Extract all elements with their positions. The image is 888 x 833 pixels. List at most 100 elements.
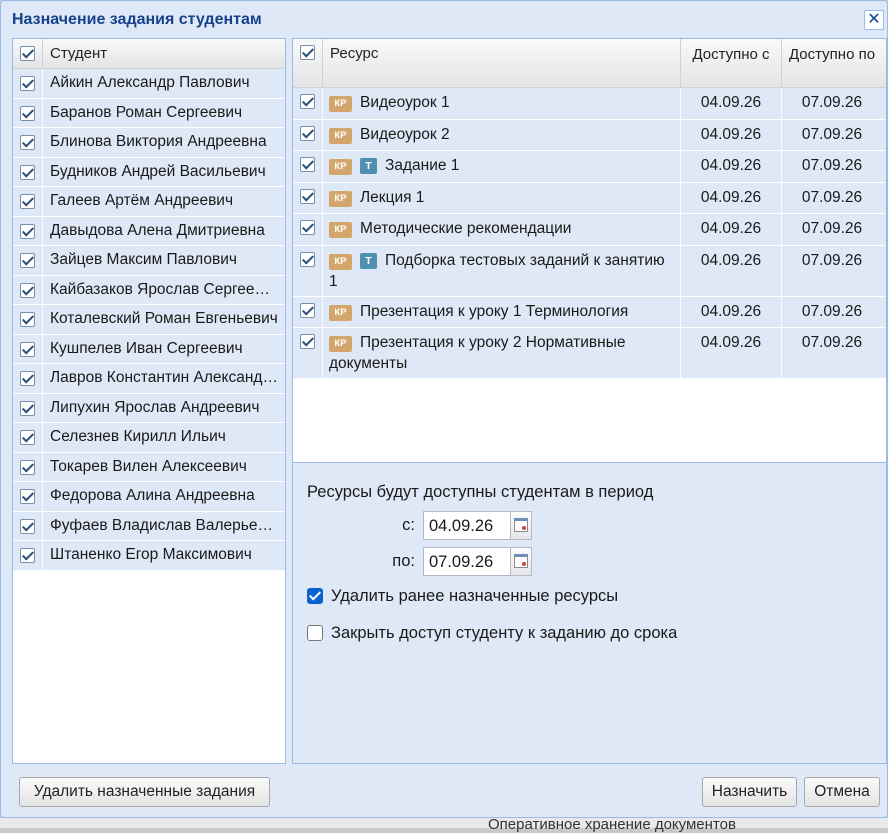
close-access-checkbox[interactable] xyxy=(307,625,323,641)
student-row[interactable]: Штаненко Егор Максимович xyxy=(13,541,285,571)
student-checkbox[interactable] xyxy=(20,459,35,475)
resource-title-cell: КР Т Задание 1 xyxy=(329,155,675,176)
student-checkbox[interactable] xyxy=(20,135,35,150)
student-name: Блинова Виктория Андреевна xyxy=(50,133,267,150)
student-checkbox[interactable] xyxy=(20,341,35,357)
resource-row[interactable]: КР Презентация к уроку 1 Терминология 04.0… xyxy=(293,296,886,328)
available-to-column-header: Доступно по xyxy=(788,46,876,63)
resource-checkbox[interactable] xyxy=(300,251,315,267)
from-date-label: с: xyxy=(402,516,415,534)
background-page xyxy=(0,818,888,828)
resource-title-cell: КР Видеоурок 2 xyxy=(329,124,675,145)
resource-available-from: 04.09.26 xyxy=(700,251,762,269)
resources-grid-header: Ресурс Доступно с Доступно по xyxy=(293,39,886,88)
resource-row[interactable]: КР Лекция 1 04.09.26 07.09.26 xyxy=(293,182,886,214)
resource-title: Методические рекомендации xyxy=(360,220,572,237)
resource-title-cell: КР Видеоурок 1 xyxy=(329,92,675,113)
resource-column-header: Ресурс xyxy=(330,45,379,62)
resource-row[interactable]: КР Презентация к уроку 2 Нормативные доку… xyxy=(293,328,886,379)
resource-available-to: 07.09.26 xyxy=(801,188,863,206)
student-name: Фуфаев Владислав Валерьевич xyxy=(50,516,278,534)
delete-assigned-button[interactable]: Удалить назначенные задания xyxy=(19,777,270,807)
resource-row[interactable]: КР Методические рекомендации 04.09.26 07.09… xyxy=(293,214,886,246)
student-row[interactable]: Липухин Ярослав Андреевич xyxy=(13,393,285,423)
from-date-field[interactable]: 04.09.26 xyxy=(423,511,511,540)
assign-dialog: Назначение задания студентам ✕ Студент А… xyxy=(0,0,888,818)
student-row[interactable]: Зайцев Максим Павлович xyxy=(13,246,285,276)
resource-available-from: 04.09.26 xyxy=(700,188,762,206)
delete-previous-label[interactable]: Удалить ранее назначенные ресурсы xyxy=(331,587,618,606)
student-row[interactable]: Токарев Вилен Алексеевич xyxy=(13,452,285,482)
resource-title: Задание 1 xyxy=(385,157,460,174)
resource-row[interactable]: КР Видеоурок 1 04.09.26 07.09.26 xyxy=(293,88,886,120)
background-page-text: Оперативное хранение документов xyxy=(488,816,736,833)
period-panel: Ресурсы будут доступны студентам в перио… xyxy=(292,463,887,764)
student-checkbox[interactable] xyxy=(20,430,35,445)
assign-button[interactable]: Назначить xyxy=(702,777,797,807)
student-row[interactable]: Айкин Александр Павлович xyxy=(13,69,285,99)
student-row[interactable]: Галеев Артём Андреевич xyxy=(13,187,285,217)
resource-checkbox[interactable] xyxy=(300,302,315,318)
resource-available-from: 04.09.26 xyxy=(700,334,762,351)
select-all-resources-checkbox[interactable] xyxy=(300,45,315,60)
student-checkbox[interactable] xyxy=(20,223,35,239)
student-row[interactable]: Селезнев Кирилл Ильич xyxy=(13,423,285,453)
student-row[interactable]: Кушпелев Иван Сергеевич xyxy=(13,334,285,364)
resource-row[interactable]: КР Т Подборка тестовых заданий к занятию 1… xyxy=(293,245,886,297)
student-checkbox[interactable] xyxy=(20,548,35,563)
student-checkbox[interactable] xyxy=(20,194,35,209)
resource-row[interactable]: КР Видеоурок 2 04.09.26 07.09.26 xyxy=(293,119,886,151)
resource-title: Подборка тестовых заданий к занятию 1 xyxy=(329,251,665,290)
student-checkbox[interactable] xyxy=(20,518,35,534)
resource-checkbox[interactable] xyxy=(300,157,315,172)
student-name: Кайбазаков Ярослав Сергеевич xyxy=(50,280,278,298)
student-checkbox[interactable] xyxy=(20,282,35,298)
student-row[interactable]: Лавров Константин Александрович xyxy=(13,364,285,394)
resource-checkbox[interactable] xyxy=(300,220,315,235)
student-checkbox[interactable] xyxy=(20,312,35,327)
cancel-button[interactable]: Отмена xyxy=(804,777,880,807)
student-row[interactable]: Фуфаев Владислав Валерьевич xyxy=(13,511,285,541)
student-list: Айкин Александр Павлович Баранов Роман Се… xyxy=(13,69,285,571)
resource-checkbox[interactable] xyxy=(300,125,315,141)
to-date-field[interactable]: 07.09.26 xyxy=(423,547,511,576)
student-row[interactable]: Будников Андрей Васильевич xyxy=(13,157,285,187)
select-all-students-checkbox[interactable] xyxy=(20,46,35,61)
student-name: Галеев Артём Андреевич xyxy=(50,192,234,209)
test-badge: Т xyxy=(360,158,377,174)
student-name: Штаненко Егор Максимович xyxy=(50,546,252,563)
student-row[interactable]: Блинова Виктория Андреевна xyxy=(13,128,285,158)
resource-checkbox[interactable] xyxy=(300,188,315,204)
resource-title-cell: КР Методические рекомендации xyxy=(329,218,675,239)
student-checkbox[interactable] xyxy=(20,371,35,386)
resource-title-cell: КР Лекция 1 xyxy=(329,187,675,208)
from-date-picker-button[interactable] xyxy=(510,511,532,540)
student-row[interactable]: Федорова Алина Андреевна xyxy=(13,482,285,512)
student-checkbox[interactable] xyxy=(20,253,35,268)
resource-available-from: 04.09.26 xyxy=(700,94,762,111)
resource-available-from: 04.09.26 xyxy=(700,125,762,143)
period-description: Ресурсы будут доступны студентам в перио… xyxy=(307,483,654,501)
resource-title-cell: КР Презентация к уроку 2 Нормативные доку… xyxy=(329,332,675,374)
resource-available-to: 07.09.26 xyxy=(801,125,863,143)
student-row[interactable]: Давыдова Алена Дмитриевна xyxy=(13,216,285,246)
student-checkbox[interactable] xyxy=(20,76,35,91)
resource-title: Презентация к уроку 2 Нормативные докуме… xyxy=(329,334,626,372)
to-date-label: по: xyxy=(392,552,415,570)
student-row[interactable]: Баранов Роман Сергеевич xyxy=(13,98,285,128)
to-date-picker-button[interactable] xyxy=(510,547,532,576)
student-name: Федорова Алина Андреевна xyxy=(50,487,255,504)
resource-row[interactable]: КР Т Задание 1 04.09.26 07.09.26 xyxy=(293,151,886,183)
student-row[interactable]: Коталевский Роман Евгеньевич xyxy=(13,305,285,335)
student-checkbox[interactable] xyxy=(20,164,35,180)
resource-checkbox[interactable] xyxy=(300,334,315,349)
student-checkbox[interactable] xyxy=(20,489,35,504)
student-checkbox[interactable] xyxy=(20,400,35,416)
resource-checkbox[interactable] xyxy=(300,94,315,109)
students-grid-header: Студент xyxy=(13,39,285,69)
student-row[interactable]: Кайбазаков Ярослав Сергеевич xyxy=(13,275,285,305)
delete-previous-checkbox[interactable] xyxy=(307,588,323,604)
close-access-label[interactable]: Закрыть доступ студенту к заданию до сро… xyxy=(331,624,677,643)
student-checkbox[interactable] xyxy=(20,105,35,121)
close-icon[interactable]: ✕ xyxy=(864,10,884,30)
